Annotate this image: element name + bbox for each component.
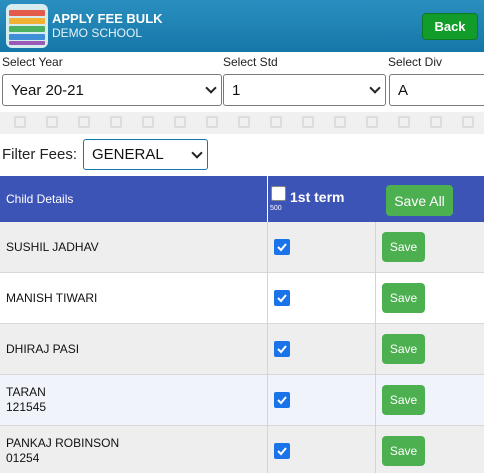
save-button[interactable]: Save (382, 436, 425, 466)
std-select-value: 1 (232, 81, 241, 99)
background-pattern (0, 112, 484, 134)
school-name: DEMO SCHOOL (52, 26, 143, 40)
year-select-label: Select Year (2, 55, 63, 69)
filter-fees-value: GENERAL (92, 146, 164, 163)
page-title: APPLY FEE BULK (52, 11, 163, 26)
year-select[interactable]: Year 20-21 (2, 74, 222, 106)
fee-checkbox[interactable] (274, 341, 290, 357)
table-row: SUSHIL JADHAV Save (0, 222, 484, 273)
header-divider (267, 176, 268, 222)
child-id: 01254 (6, 451, 40, 465)
save-all-button[interactable]: Save All (386, 185, 453, 216)
div-select[interactable]: A (389, 74, 484, 106)
fee-checkbox[interactable] (274, 392, 290, 408)
table-row: PANKAJ ROBINSON 01254 Save (0, 426, 484, 473)
chevron-down-icon (369, 82, 381, 94)
save-button[interactable]: Save (382, 283, 425, 313)
div-select-label: Select Div (388, 55, 443, 69)
filter-fees-label: Filter Fees: (2, 146, 78, 163)
child-name: TARAN (6, 385, 46, 399)
div-select-value: A (398, 81, 409, 99)
fee-checkbox[interactable] (274, 443, 290, 459)
std-select[interactable]: 1 (223, 74, 386, 106)
fee-checkbox[interactable] (274, 290, 290, 306)
term-amount: 500 (270, 205, 282, 212)
school-logo (6, 4, 48, 48)
child-id: 121545 (6, 400, 47, 414)
filter-fees-select[interactable]: GENERAL (83, 139, 208, 170)
child-name: DHIRAJ PASI (6, 342, 80, 356)
chevron-down-icon (191, 147, 203, 159)
child-details-header: Child Details (6, 192, 74, 206)
child-name: MANISH TIWARI (6, 291, 98, 305)
child-name: PANKAJ ROBINSON (6, 436, 120, 450)
year-select-value: Year 20-21 (11, 81, 84, 99)
table-row: TARAN 121545 Save (0, 375, 484, 426)
back-button[interactable]: Back (422, 13, 478, 40)
fee-checkbox[interactable] (274, 239, 290, 255)
chevron-down-icon (205, 82, 217, 94)
save-button[interactable]: Save (382, 232, 425, 262)
select-all-checkbox[interactable] (271, 186, 286, 201)
save-button[interactable]: Save (382, 334, 425, 364)
std-select-label: Select Std (223, 55, 278, 69)
save-button[interactable]: Save (382, 385, 425, 415)
table-row: MANISH TIWARI Save (0, 273, 484, 324)
term-header-label: 1st term (290, 189, 345, 205)
child-name: SUSHIL JADHAV (6, 240, 99, 254)
app-header: APPLY FEE BULK DEMO SCHOOL Back (0, 0, 484, 52)
table-row: DHIRAJ PASI Save (0, 324, 484, 375)
